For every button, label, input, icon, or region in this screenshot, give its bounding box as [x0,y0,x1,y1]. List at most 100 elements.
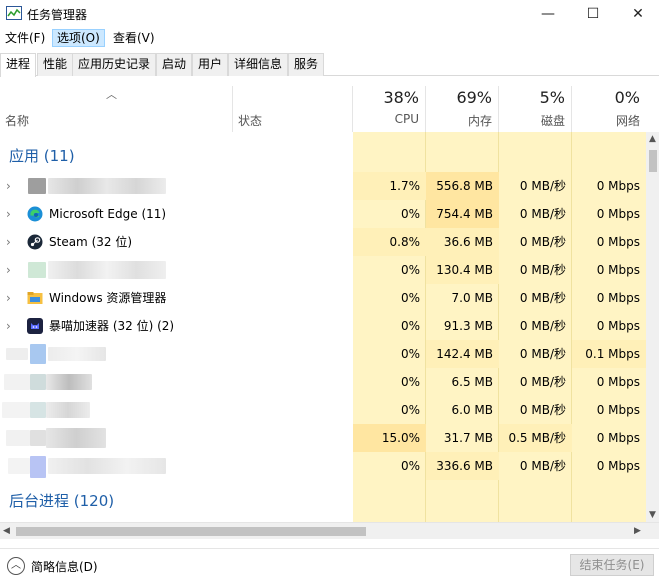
blurred-chevron [8,458,30,474]
maximize-button[interactable]: ☐ [570,0,616,28]
blurred-chevron [6,348,28,360]
chevron-right-icon[interactable]: › [6,312,11,340]
vertical-scrollbar[interactable]: ▲ ▼ [646,132,659,522]
scroll-right-icon[interactable]: ▶ [634,526,641,536]
memory-cell: 6.5 MB [451,375,493,389]
process-name: Steam (32 位) [49,235,133,249]
task-manager-icon [6,6,22,20]
column-status-label: 状态 [238,114,263,128]
scroll-up-icon[interactable]: ▲ [649,134,656,144]
chevron-right-icon[interactable]: › [6,284,11,312]
memory-cell: 130.4 MB [426,256,499,284]
menu-file[interactable]: 文件(F) [1,29,49,47]
blurred-name [48,178,166,194]
title-bar: 任务管理器 — ☐ ✕ [0,0,659,28]
menu-options[interactable]: 选项(O) [52,29,105,47]
column-status[interactable]: 状态 [233,86,353,132]
column-name[interactable]: ︿ 名称 [0,86,233,132]
column-cpu[interactable]: 38% CPU [353,86,426,132]
tab-strip: 进程 性能 应用历史记录 启动 用户 详细信息 服务 [0,52,659,77]
column-name-label: 名称 [5,114,30,128]
table-row[interactable]: 15.0% 31.7 MB 0.5 MB/秒 0 Mbps [0,424,646,452]
table-row[interactable]: 0% 6.0 MB 0 MB/秒 0 Mbps [0,396,646,424]
fewer-details-link[interactable]: 简略信息(D) [31,558,98,575]
disk-cell: 0 MB/秒 [519,347,566,361]
tab-app-history[interactable]: 应用历史记录 [72,53,157,76]
memory-cell: 754.4 MB [426,200,499,228]
tab-startup[interactable]: 启动 [156,53,193,76]
blurred-icon [30,456,46,478]
cpu-label: CPU [394,112,419,126]
chevron-right-icon[interactable]: › [6,228,11,256]
group-header-apps[interactable]: 应用 (11) [9,145,75,166]
table-row[interactable]: › 1.7% 556.8 MB 0 MB/秒 0 Mbps [0,172,646,200]
blurred-chevron [2,402,30,418]
tab-users[interactable]: 用户 [192,53,229,76]
column-header: ︿ 名称 状态 38% CPU 69% 内存 5% 磁盘 0% 网络 [0,86,646,132]
blurred-name [46,428,106,448]
cpu-cell: 0.8% [353,228,426,256]
chevron-right-icon[interactable]: › [6,172,11,200]
blurred-chevron [4,374,30,390]
network-cell: 0 Mbps [596,403,640,417]
disk-cell: 0 MB/秒 [519,403,566,417]
cpu-cell: 0% [400,207,420,221]
horizontal-scrollbar[interactable]: ◀ ▶ [0,522,659,539]
chevron-right-icon[interactable]: › [6,256,11,284]
group-header-background[interactable]: 后台进程 (120) [9,490,114,511]
tab-processes[interactable]: 进程 [0,53,37,77]
table-row[interactable]: 0% 6.5 MB 0 MB/秒 0 Mbps [0,368,646,396]
network-total-percent: 0% [614,88,640,107]
column-memory[interactable]: 69% 内存 [426,86,499,132]
tab-services[interactable]: 服务 [288,53,325,76]
table-row[interactable]: › Microsoft Edge (11) 0% 754.4 MB 0 MB/秒… [0,200,646,228]
chevron-up-circle-icon[interactable]: ︿ [7,557,25,575]
memory-cell: 6.0 MB [451,403,493,417]
scroll-down-icon[interactable]: ▼ [649,510,656,520]
table-row[interactable]: › 0% 130.4 MB 0 MB/秒 0 Mbps [0,256,646,284]
table-row[interactable]: 0% 142.4 MB 0 MB/秒 0.1 Mbps [0,340,646,368]
cpu-cell: 0% [400,375,420,389]
table-row[interactable]: › Steam (32 位) 0.8% 36.6 MB 0 MB/秒 0 Mbp… [0,228,646,256]
memory-label: 内存 [467,114,492,128]
steam-icon [27,234,43,250]
disk-cell: 0 MB/秒 [519,235,566,249]
process-name: Windows 资源管理器 [49,291,167,305]
tab-details[interactable]: 详细信息 [228,53,289,76]
scroll-left-icon[interactable]: ◀ [3,526,10,536]
table-row[interactable]: › Windows 资源管理器 0% 7.0 MB 0 MB/秒 0 Mbps [0,284,646,312]
network-cell: 0.1 Mbps [572,340,646,368]
disk-cell: 0.5 MB/秒 [499,424,572,452]
close-button[interactable]: ✕ [615,0,659,28]
blurred-name [48,261,166,279]
minimize-button[interactable]: — [525,0,571,28]
process-name: 暴喵加速器 (32 位) (2) [49,319,175,333]
network-label: 网络 [615,114,640,128]
memory-cell: 91.3 MB [443,319,493,333]
memory-cell: 556.8 MB [426,172,499,200]
blurred-chevron [6,430,30,446]
cpu-cell: 0% [400,403,420,417]
network-cell: 0 Mbps [596,291,640,305]
menu-bar: 文件(F) 选项(O) 查看(V) [0,28,659,48]
horizontal-scroll-thumb[interactable] [16,527,366,536]
blurred-icon [28,178,46,194]
network-cell: 0 Mbps [596,375,640,389]
blurred-icon [30,374,46,390]
vertical-scroll-thumb[interactable] [649,150,657,172]
process-name: Microsoft Edge (11) [49,207,167,221]
table-row[interactable]: 0% 336.6 MB 0 MB/秒 0 Mbps [0,452,646,480]
column-disk[interactable]: 5% 磁盘 [499,86,572,132]
column-network[interactable]: 0% 网络 [572,86,646,132]
chevron-right-icon[interactable]: › [6,200,11,228]
memory-cell: 336.6 MB [426,452,499,480]
memory-cell: 31.7 MB [443,431,493,445]
disk-cell: 0 MB/秒 [519,375,566,389]
blurred-name [48,458,166,474]
cpu-cell: 1.7% [353,172,426,200]
end-task-button[interactable]: 结束任务(E) [570,554,654,576]
menu-view[interactable]: 查看(V) [109,29,159,47]
blurred-icon [30,344,46,364]
tab-performance[interactable]: 性能 [37,53,74,76]
table-row[interactable]: › 暴喵加速器 (32 位) (2) 0% 91.3 MB 0 MB/秒 0 M… [0,312,646,340]
